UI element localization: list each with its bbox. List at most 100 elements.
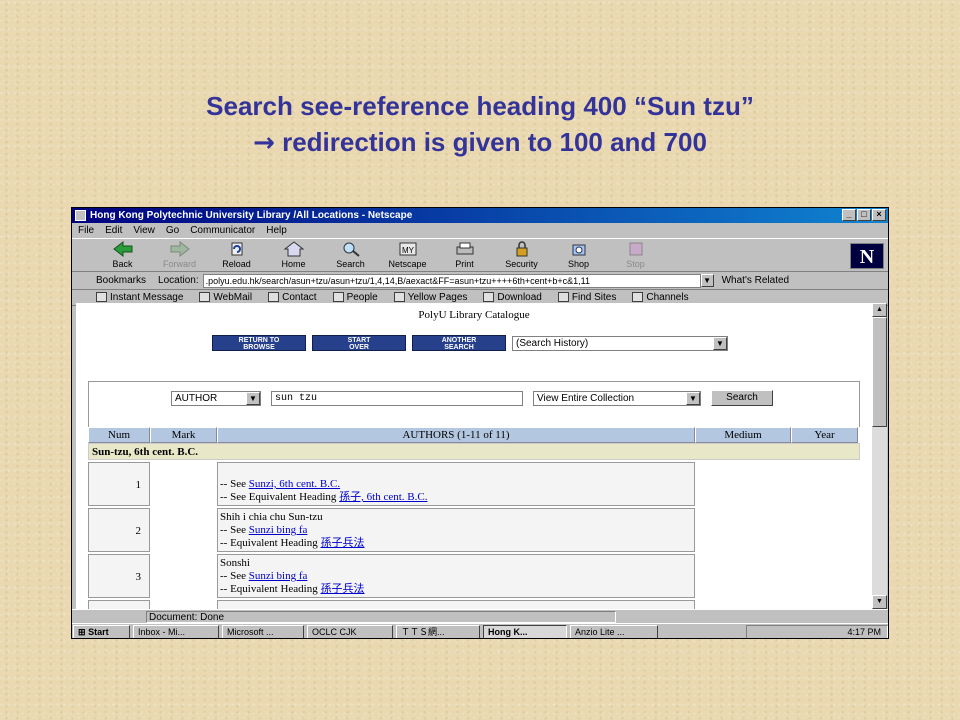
row-heading: Shih i chia chu Sun-tzu [220, 511, 323, 523]
scroll-thumb[interactable] [872, 317, 887, 427]
netscape-logo-icon: N [850, 243, 884, 269]
col-num[interactable]: Num [88, 427, 150, 443]
window-titlebar[interactable]: Hong Kong Polytechnic University Library… [72, 208, 888, 223]
bookmark-icon [393, 292, 405, 303]
task-oclc-cjk[interactable]: OCLC CJK [307, 624, 393, 638]
home-icon [283, 241, 304, 257]
close-button[interactable]: × [872, 209, 886, 221]
task-microsoft[interactable]: Microsoft ... [222, 624, 304, 638]
stop-icon [629, 242, 642, 256]
menu-edit[interactable]: Edit [105, 223, 122, 238]
page-content: PolyU Library Catalogue RETURN TO BROWSE … [76, 303, 872, 609]
contact-link[interactable]: Contact [268, 292, 317, 303]
scroll-down-icon[interactable]: ▼ [872, 595, 887, 609]
people-link[interactable]: People [332, 292, 378, 303]
vertical-scrollbar[interactable]: ▲ ▼ [872, 303, 887, 609]
menu-view[interactable]: View [133, 223, 155, 238]
equivalent-heading-link[interactable]: 孫子, 6th cent. B.C. [339, 491, 427, 503]
chevron-down-icon: ▼ [246, 392, 260, 405]
right-arrow-icon: → [253, 128, 275, 158]
svg-text:MY: MY [402, 246, 415, 255]
see-link[interactable]: Sunzi bing fa [249, 524, 308, 536]
bookmark-icon [268, 292, 280, 303]
download-link[interactable]: Download [483, 292, 542, 303]
search-history-select[interactable]: (Search History) ▼ [512, 335, 728, 351]
menu-file[interactable]: File [78, 223, 94, 238]
results-header: Num Mark AUTHORS (1-11 of 11) Medium Yea… [88, 427, 860, 443]
see-link[interactable]: Sunzi, 6th cent. B.C. [249, 478, 340, 490]
netscape-button[interactable]: MY Netscape [379, 241, 436, 271]
url-dropdown-icon[interactable]: ▼ [700, 274, 714, 287]
menu-help[interactable]: Help [266, 223, 287, 238]
col-year[interactable]: Year [791, 427, 858, 443]
print-button[interactable]: Print [436, 241, 493, 271]
see-link[interactable]: Sunzi bing fa [249, 570, 308, 582]
equivalent-heading-link[interactable]: 孫子兵法 [321, 583, 365, 595]
whats-related-button[interactable]: What's Related [722, 275, 790, 286]
clock: 4:17 PM [847, 626, 881, 637]
bookmark-icon [557, 292, 569, 303]
table-row: 2 Shih i chia chu Sun-tzu -- See Sunzi b… [88, 508, 695, 552]
shop-button[interactable]: Shop [550, 241, 607, 271]
slide-title: Search see-reference heading 400 “Sun tz… [0, 88, 960, 161]
collection-select[interactable]: View Entire Collection ▼ [533, 391, 701, 406]
search-row: AUTHOR ▼ sun tzu View Entire Collection ▼ … [88, 381, 860, 427]
url-input[interactable]: .polyu.edu.hk/search/asun+tzu/asun+tzu/1… [202, 273, 701, 288]
channels-link[interactable]: Channels [632, 292, 689, 303]
search-icon [343, 242, 360, 257]
navigation-toolbar: Back Forward Reload Home Search MY Netsca… [72, 238, 888, 272]
instant-message-link[interactable]: Instant Message [96, 292, 183, 303]
window-title: Hong Kong Polytechnic University Library… [90, 210, 413, 221]
maximize-button[interactable]: □ [857, 209, 871, 221]
bookmark-icon [199, 292, 211, 303]
forward-arrow-icon [170, 241, 190, 257]
minimize-button[interactable]: _ [842, 209, 856, 221]
search-type-select[interactable]: AUTHOR ▼ [171, 391, 261, 406]
lock-icon [516, 241, 527, 257]
windows-taskbar: ⊞ Start Inbox - Mi... Microsoft ... OCLC… [72, 623, 888, 638]
row-entry: Sonshi -- See Sunzi bing fa -- Equivalen… [217, 554, 695, 598]
search-submit-button[interactable]: Search [711, 390, 773, 406]
home-button[interactable]: Home [265, 241, 322, 271]
table-row [88, 600, 695, 609]
results-panel: AUTHOR ▼ sun tzu View Entire Collection ▼ … [88, 381, 860, 609]
back-arrow-icon [112, 241, 132, 257]
return-to-browse-button[interactable]: RETURN TO BROWSE [212, 335, 306, 351]
app-logo-icon [75, 210, 86, 221]
reload-button[interactable]: Reload [208, 241, 265, 271]
webmail-link[interactable]: WebMail [199, 292, 252, 303]
col-mark[interactable]: Mark [150, 427, 217, 443]
row-number: 2 [88, 508, 150, 552]
task-inbox[interactable]: Inbox - Mi... [133, 624, 219, 638]
stop-button[interactable]: Stop [607, 241, 664, 271]
search-input[interactable]: sun tzu [271, 391, 523, 406]
reload-icon [231, 242, 242, 256]
menu-go[interactable]: Go [166, 223, 179, 238]
col-medium[interactable]: Medium [695, 427, 791, 443]
start-over-button[interactable]: START OVER [312, 335, 406, 351]
table-row: 1 -- See Sunzi, 6th cent. B.C. -- See Eq… [88, 462, 695, 506]
scroll-up-icon[interactable]: ▲ [872, 303, 887, 317]
menu-communicator[interactable]: Communicator [190, 223, 255, 238]
slide-title-line2-text: redirection is given to 100 and 700 [274, 127, 707, 157]
security-button[interactable]: Security [493, 241, 550, 271]
bookmarks-button[interactable]: Bookmarks [96, 275, 146, 286]
task-hong-kong[interactable]: Hong K... [483, 624, 567, 638]
equivalent-heading-link[interactable]: 孫子兵法 [321, 537, 365, 549]
row-entry: Shih i chia chu Sun-tzu -- See Sunzi bin… [217, 508, 695, 552]
folder-icon [632, 292, 644, 303]
yellow-pages-link[interactable]: Yellow Pages [393, 292, 467, 303]
col-authors[interactable]: AUTHORS (1-11 of 11) [217, 427, 695, 443]
status-bar: Document: Done [72, 609, 888, 623]
search-button[interactable]: Search [322, 241, 379, 271]
windows-logo-icon: ⊞ [78, 626, 86, 637]
find-sites-link[interactable]: Find Sites [557, 292, 616, 303]
task-anzio-lite[interactable]: Anzio Lite ... [570, 624, 658, 638]
bookmark-icon [96, 292, 107, 303]
heading-group: Sun-tzu, 6th cent. B.C. [88, 443, 860, 460]
start-button[interactable]: ⊞ Start [73, 624, 130, 638]
back-button[interactable]: Back [94, 241, 151, 271]
forward-button[interactable]: Forward [151, 241, 208, 271]
another-search-button[interactable]: ANOTHER SEARCH [412, 335, 506, 351]
task-tts[interactable]: ＴＴＳ網... [396, 624, 480, 638]
